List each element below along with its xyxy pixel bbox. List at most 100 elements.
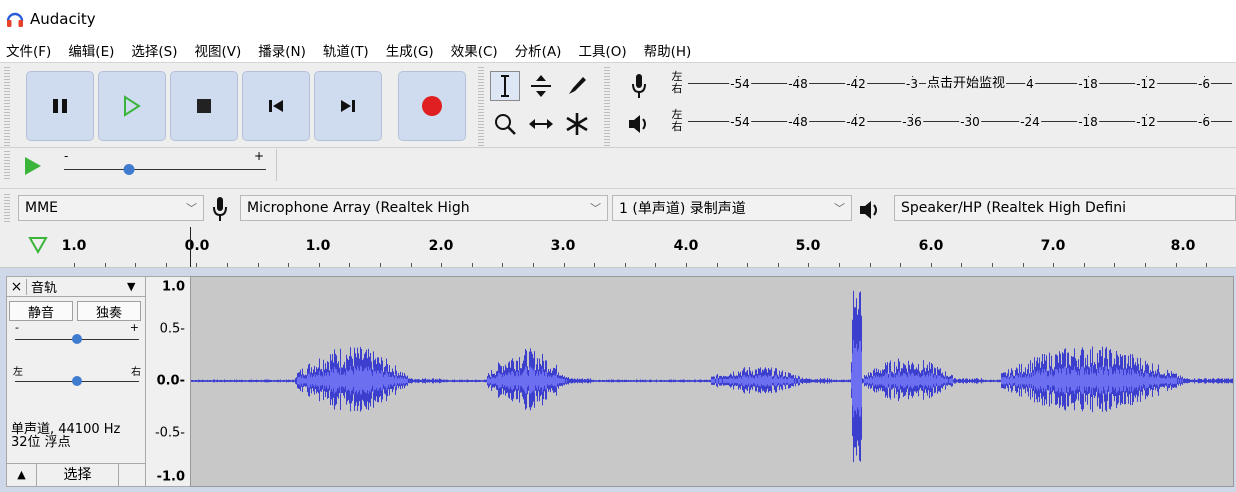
record-meter[interactable]: -54 -48 -42 -3 点击开始监视 4 -18 -12 -6 <box>688 71 1232 93</box>
pan-left-label: 左 <box>13 367 23 378</box>
recording-channels-value: 1 (单声道) 录制声道 <box>619 201 746 217</box>
meter-tick-label: -3 <box>905 77 919 91</box>
track-area: × 音轨 ▼ 静音 独奏 - + 左 右 单声道, 44100 Hz 32位 浮… <box>0 268 1236 492</box>
triangle-down-icon <box>28 237 48 255</box>
timeline-label: 2.0 <box>428 238 454 254</box>
timeline-label: 5.0 <box>795 238 821 254</box>
menu-tracks[interactable]: 轨道(T) <box>323 40 369 60</box>
slider-thumb[interactable] <box>72 334 82 344</box>
select-track-button[interactable]: 选择 <box>37 464 119 487</box>
pause-button[interactable] <box>26 71 94 141</box>
track-close-button[interactable]: × <box>7 278 27 295</box>
waveform-display[interactable] <box>190 276 1234 487</box>
selection-tool-icon <box>501 75 509 97</box>
ruler-tick <box>900 263 901 267</box>
menu-help[interactable]: 帮助(H) <box>644 40 692 60</box>
meter-tick-label: -12 <box>1135 115 1157 129</box>
pan-slider[interactable]: 左 右 <box>13 365 141 393</box>
toolbar-grip[interactable] <box>604 67 610 147</box>
slider-thumb[interactable] <box>123 164 135 175</box>
ruler-tick <box>992 263 993 267</box>
play-speed-slider[interactable]: - + <box>62 149 272 179</box>
menu-view[interactable]: 视图(V) <box>195 40 242 60</box>
gain-slider[interactable]: - + <box>13 321 141 353</box>
menu-generate[interactable]: 生成(G) <box>386 40 434 60</box>
envelope-tool-button[interactable] <box>526 71 556 101</box>
ruler-tick <box>1053 263 1054 267</box>
envelope-tool-icon <box>531 75 551 97</box>
menu-transport[interactable]: 播录(N) <box>258 40 306 60</box>
chevron-down-icon[interactable]: ▼ <box>127 280 145 293</box>
timeline-label: 8.0 <box>1170 238 1196 254</box>
multi-tool-icon <box>566 113 588 135</box>
record-meter-button[interactable] <box>624 71 654 101</box>
skip-to-end-button[interactable] <box>314 71 382 141</box>
timeline-label: 1.0 <box>61 238 87 254</box>
menu-edit[interactable]: 编辑(E) <box>68 40 114 60</box>
menu-analyze[interactable]: 分析(A) <box>515 40 562 60</box>
play-button[interactable] <box>98 71 166 141</box>
skip-to-start-button[interactable] <box>242 71 310 141</box>
toolbar-grip[interactable] <box>4 194 10 222</box>
record-button[interactable] <box>398 71 466 141</box>
menu-select[interactable]: 选择(S) <box>131 40 177 60</box>
meter-tick-label: -48 <box>787 115 809 129</box>
stop-icon <box>197 99 211 113</box>
timeline-options-button[interactable] <box>28 236 48 258</box>
ruler-tick <box>1145 263 1146 267</box>
collapse-track-button[interactable]: ▲ <box>7 464 37 487</box>
ruler-tick <box>227 263 228 267</box>
speaker-icon <box>629 115 646 133</box>
recording-device-select[interactable]: Microphone Array (Realtek High ﹀ <box>240 195 608 221</box>
meter-tick-label: -12 <box>1135 77 1157 91</box>
ruler-tick <box>105 263 106 267</box>
ruler-tick <box>961 263 962 267</box>
ruler-tick <box>717 263 718 267</box>
draw-tool-button[interactable] <box>562 71 592 101</box>
ruler-tick <box>135 263 136 267</box>
zoom-tool-button[interactable] <box>490 109 520 139</box>
ruler-tick <box>594 263 595 267</box>
time-shift-tool-button[interactable] <box>526 109 556 139</box>
timeline-ruler[interactable]: 1.0 0.0 1.0 2.0 3.0 4.0 5.0 6.0 7.0 8.0 <box>0 227 1236 268</box>
speaker-icon <box>858 199 882 225</box>
play-head <box>190 227 191 267</box>
play-at-speed-button[interactable] <box>22 155 44 181</box>
ruler-tick <box>778 263 779 267</box>
ruler-tick <box>564 263 565 267</box>
selection-tool-button[interactable] <box>490 71 520 101</box>
meter-tick-label: -42 <box>845 77 867 91</box>
playback-meter-button[interactable] <box>624 109 654 139</box>
menu-effect[interactable]: 效果(C) <box>451 40 498 60</box>
solo-button[interactable]: 独奏 <box>77 301 141 321</box>
ruler-tick <box>625 263 626 267</box>
ruler-tick <box>747 263 748 267</box>
slider-thumb[interactable] <box>72 376 82 386</box>
menu-file[interactable]: 文件(F) <box>6 40 51 60</box>
toolbar-grip[interactable] <box>4 151 10 179</box>
toolbar-grip[interactable] <box>4 67 10 147</box>
stop-button[interactable] <box>170 71 238 141</box>
ruler-tick <box>349 263 350 267</box>
ruler-tick <box>533 263 534 267</box>
playback-device-value: Speaker/HP (Realtek High Defini <box>901 200 1126 216</box>
meter-tick-label: -54 <box>729 77 751 91</box>
timeline-label: 4.0 <box>673 238 699 254</box>
speed-plus-label: + <box>253 149 264 163</box>
meter-monitor-prompt: 点击开始监视 <box>925 76 1007 91</box>
timeline-label: 0.0 <box>184 238 210 254</box>
audio-host-select[interactable]: MME ﹀ <box>18 195 204 221</box>
menu-tools[interactable]: 工具(O) <box>578 40 626 60</box>
gain-plus-label: + <box>129 321 139 334</box>
recording-channels-select[interactable]: 1 (单声道) 录制声道 ﹀ <box>612 195 852 221</box>
meter-tick-label: -18 <box>1077 77 1099 91</box>
mute-button[interactable]: 静音 <box>9 301 73 321</box>
playback-meter[interactable]: -54 -48 -42 -36 -30 -24 -18 -12 -6 <box>688 109 1232 131</box>
multi-tool-button[interactable] <box>562 109 592 139</box>
track-name-menu[interactable]: 音轨 <box>27 277 127 296</box>
playback-device-select[interactable]: Speaker/HP (Realtek High Defini <box>894 195 1236 221</box>
toolbar-grip[interactable] <box>478 67 484 147</box>
amplitude-label: 0.0- <box>156 373 185 389</box>
timeline-label: 6.0 <box>918 238 944 254</box>
skip-to-end-icon <box>341 100 355 112</box>
